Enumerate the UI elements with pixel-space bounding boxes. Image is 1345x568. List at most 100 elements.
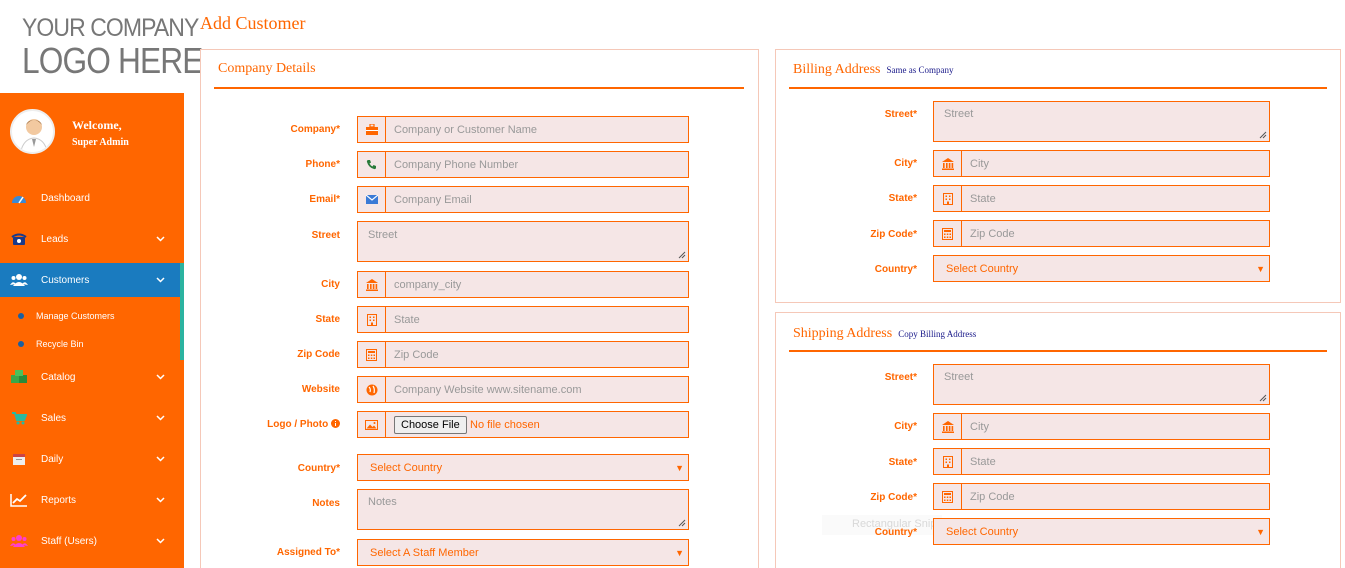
resize-grip-icon[interactable] (678, 251, 686, 259)
panel-divider (789, 350, 1327, 352)
chevron-down-icon (156, 538, 165, 544)
zip-field[interactable]: Zip Code (357, 341, 689, 368)
image-icon (358, 412, 386, 437)
calculator-icon (358, 342, 386, 367)
city-field[interactable]: company_city (357, 271, 689, 298)
cart-icon (10, 410, 28, 426)
shipping-state-field[interactable]: State (933, 448, 1270, 475)
file-status: No file chosen (470, 419, 540, 431)
chevron-down-icon (156, 374, 165, 380)
billing-zip-field[interactable]: Zip Code (933, 220, 1270, 247)
billing-address-title-text: Billing Address (793, 62, 881, 77)
chevron-down-icon (156, 456, 165, 462)
nav-catalog-label: Catalog (41, 371, 76, 383)
bank-icon (358, 272, 386, 297)
shipping-state-placeholder: State (970, 456, 996, 468)
staff-icon (10, 533, 28, 549)
billing-zip-placeholder: Zip Code (970, 228, 1015, 240)
panel-divider (789, 87, 1327, 89)
shipping-city-label: City* (894, 421, 917, 432)
state-field[interactable]: State (357, 306, 689, 333)
dashboard-icon (10, 190, 28, 206)
billing-city-placeholder: City (970, 158, 989, 170)
chevron-down-icon (156, 415, 165, 421)
resize-grip-icon[interactable] (1259, 131, 1267, 139)
phone-icon (358, 152, 386, 177)
nav-customers[interactable]: Customers (0, 263, 181, 297)
nav-staff[interactable]: Staff (Users) (0, 524, 184, 558)
billing-country-select[interactable]: Select Country ▼ (933, 255, 1270, 282)
billing-state-placeholder: State (970, 193, 996, 205)
billing-street-textarea[interactable]: Street (933, 101, 1270, 142)
email-placeholder: Company Email (394, 194, 472, 206)
shipping-country-label: Country* (874, 527, 917, 538)
calendar-icon (10, 451, 28, 467)
logo-upload-field[interactable]: Choose File No file chosen (357, 411, 689, 438)
shipping-street-textarea[interactable]: Street (933, 364, 1270, 405)
company-logo: YOUR COMPANY LOGO HERE (0, 0, 203, 93)
panel-divider (214, 87, 744, 89)
nav-catalog[interactable]: Catalog (0, 360, 184, 394)
assigned-to-select[interactable]: Select A Staff Member ▼ (357, 539, 689, 566)
nav-leads[interactable]: Leads (0, 222, 184, 256)
state-placeholder: State (394, 314, 420, 326)
calculator-icon (934, 221, 962, 246)
same-as-company-link[interactable]: Same as Company (887, 65, 954, 75)
phone-field[interactable]: Company Phone Number (357, 151, 689, 178)
nav-daily-label: Daily (41, 453, 64, 465)
street-label: Street (311, 230, 340, 241)
company-label: Company* (290, 124, 340, 135)
avatar (10, 109, 55, 154)
caret-down-icon: ▼ (1256, 527, 1265, 537)
nav-manage-customers[interactable]: Manage Customers (0, 304, 180, 328)
shipping-zip-label: Zip Code* (870, 492, 917, 503)
country-label: Country* (297, 463, 340, 474)
chevron-down-icon (156, 497, 165, 503)
assigned-to-select-value: Select A Staff Member (370, 547, 479, 559)
nav-dashboard[interactable]: Dashboard (0, 181, 184, 215)
website-field[interactable]: Company Website www.sitename.com (357, 376, 689, 403)
resize-grip-icon[interactable] (1259, 394, 1267, 402)
chevron-down-icon (156, 236, 165, 242)
billing-city-field[interactable]: City (933, 150, 1270, 177)
billing-street-placeholder: Street (944, 108, 974, 120)
city-placeholder: company_city (394, 279, 462, 291)
shipping-zip-placeholder: Zip Code (970, 491, 1015, 503)
welcome-text: Welcome, (72, 118, 122, 132)
choose-file-button[interactable]: Choose File (394, 416, 467, 434)
nav-reports[interactable]: Reports (0, 483, 184, 517)
user-profile: Welcome, Super Admin (0, 93, 184, 168)
phone-icon (10, 231, 28, 247)
notes-textarea[interactable]: Notes (357, 489, 689, 530)
chevron-down-icon (156, 277, 165, 283)
building-icon (358, 307, 386, 332)
info-icon[interactable] (331, 419, 340, 428)
shipping-state-label: State* (888, 457, 917, 468)
nav-recycle-bin[interactable]: Recycle Bin (0, 332, 180, 356)
zip-placeholder: Zip Code (394, 349, 439, 361)
nav-daily[interactable]: Daily (0, 442, 184, 476)
logo-photo-label-text: Logo / Photo (267, 419, 329, 430)
nav-sales[interactable]: Sales (0, 401, 184, 435)
shipping-zip-field[interactable]: Zip Code (933, 483, 1270, 510)
bullet-icon (18, 341, 24, 347)
email-field[interactable]: Company Email (357, 186, 689, 213)
billing-country-select-value: Select Country (946, 263, 1019, 275)
copy-billing-address-link[interactable]: Copy Billing Address (898, 329, 976, 339)
shipping-country-select[interactable]: Select Country ▼ (933, 518, 1270, 545)
line-chart-icon (10, 492, 28, 508)
billing-state-field[interactable]: State (933, 185, 1270, 212)
street-textarea[interactable]: Street (357, 221, 689, 262)
billing-state-label: State* (888, 193, 917, 204)
logo-line1: YOUR COMPANY (22, 14, 199, 42)
country-select[interactable]: Select Country ▼ (357, 454, 689, 481)
active-indicator (180, 263, 184, 360)
caret-down-icon: ▼ (1256, 264, 1265, 274)
page-title: Add Customer (200, 13, 306, 33)
shipping-city-field[interactable]: City (933, 413, 1270, 440)
notes-placeholder: Notes (368, 496, 397, 508)
shipping-street-label: Street* (884, 372, 917, 383)
bank-icon (934, 151, 962, 176)
company-name-field[interactable]: Company or Customer Name (357, 116, 689, 143)
resize-grip-icon[interactable] (678, 519, 686, 527)
